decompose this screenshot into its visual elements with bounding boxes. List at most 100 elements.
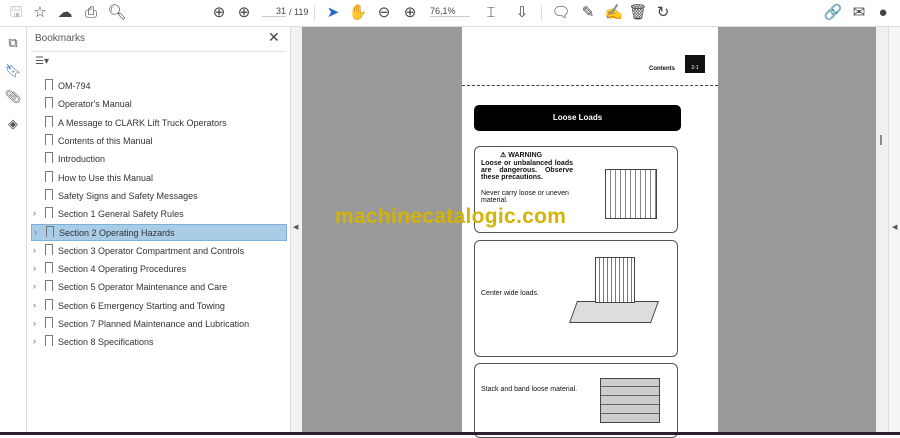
expand-chevron-icon[interactable]: › xyxy=(33,281,36,291)
divider xyxy=(462,85,718,86)
close-icon[interactable]: ✕ xyxy=(268,29,280,46)
expand-chevron-icon[interactable]: › xyxy=(33,245,36,255)
bookmark-icon xyxy=(46,226,54,238)
bookmark-star-icon[interactable]: ☆ xyxy=(29,3,51,23)
bookmark-item[interactable]: › Section 7 Planned Maintenance and Lubri… xyxy=(31,316,287,333)
highlight-pen-icon[interactable]: ✎ xyxy=(577,3,599,23)
bookmark-label: Section 3 Operator Compartment and Contr… xyxy=(58,245,245,256)
bookmark-label: Section 5 Operator Maintenance and Care xyxy=(58,282,228,293)
loose-load-illustration xyxy=(605,169,657,219)
warning-label: WARNING xyxy=(508,152,543,159)
bookmark-icon xyxy=(45,262,53,273)
bookmark-item[interactable]: › Section 2 Operating Hazards xyxy=(31,224,287,242)
bookmark-label: Section 1 General Safety Rules xyxy=(58,209,184,220)
comment-icon[interactable]: 🗨 xyxy=(550,3,572,23)
sign-icon[interactable]: ✍ xyxy=(603,3,625,23)
bookmark-icon xyxy=(45,316,53,328)
divider xyxy=(541,5,542,21)
document-viewer: Contents 2-1 Loose Loads ⚠ WARNING Loose… xyxy=(302,27,888,438)
expand-chevron-icon[interactable]: › xyxy=(33,263,36,273)
expand-chevron-icon[interactable]: › xyxy=(33,336,36,346)
attachments-icon[interactable]: 📎︎ xyxy=(4,89,22,107)
bookmark-item[interactable]: How to Use this Manual xyxy=(31,170,287,187)
save-icon[interactable]: 🖫 xyxy=(5,3,27,23)
instruction-box: Stack and band loose material. xyxy=(474,363,678,438)
bookmark-item[interactable]: OM-794 xyxy=(31,78,287,95)
vertical-scrollbar[interactable] xyxy=(876,27,888,432)
print-icon[interactable]: ⎙ xyxy=(80,3,102,23)
bookmark-icon xyxy=(45,188,53,200)
bookmark-label: Operator's Manual xyxy=(58,99,132,110)
bookmark-label: Section 4 Operating Procedures xyxy=(58,264,187,274)
bookmark-icon xyxy=(45,207,53,219)
right-pane-toggle[interactable]: ◀ xyxy=(888,27,900,432)
bookmark-icon xyxy=(45,133,53,145)
bookmark-item[interactable]: Introduction xyxy=(31,151,287,168)
hand-tool-icon[interactable]: ✋ xyxy=(347,3,369,23)
bookmark-item[interactable]: Contents of this Manual xyxy=(31,133,287,150)
bookmark-icon xyxy=(45,115,53,127)
bookmark-label: Section 6 Emergency Starting and Towing xyxy=(58,300,225,311)
bookmark-label: Safety Signs and Safety Messages xyxy=(58,190,198,201)
bookmark-item[interactable]: › Section 5 Operator Maintenance and Care xyxy=(31,279,287,296)
layers-icon[interactable]: ◈ xyxy=(4,116,22,134)
bookmark-item[interactable]: Safety Signs and Safety Messages xyxy=(31,188,287,205)
bookmark-item[interactable]: A Message to CLARK Lift Truck Operators xyxy=(31,115,287,132)
zoom-level-select[interactable]: 76,1% xyxy=(430,6,470,17)
expand-arrow-icon[interactable]: ◀ xyxy=(892,223,897,231)
collapse-arrow-icon[interactable]: ◀ xyxy=(293,223,298,231)
rotate-icon[interactable]: ↻ xyxy=(652,3,674,23)
expand-chevron-icon[interactable]: › xyxy=(33,300,36,310)
share-link-icon[interactable]: 🔗 xyxy=(822,3,844,23)
warning-title: ⚠ WARNING xyxy=(500,152,543,159)
delete-icon[interactable]: 🗑 xyxy=(627,3,649,23)
bookmark-label: How to Use this Manual xyxy=(58,172,154,183)
account-icon[interactable]: ● xyxy=(872,3,894,23)
scroll-mode-icon[interactable]: ⇩ xyxy=(511,3,533,23)
zoom-out-icon[interactable]: ⊖ xyxy=(373,3,395,23)
select-cursor-icon[interactable]: ➤ xyxy=(322,3,344,23)
next-page-icon[interactable]: ⊕ xyxy=(233,3,255,23)
expand-chevron-icon[interactable]: › xyxy=(33,318,36,328)
bookmarks-panel: Bookmarks ✕ ☰▾ OM-794 Operator's Manual A … xyxy=(27,27,290,432)
section-banner: Loose Loads xyxy=(474,105,681,131)
bookmark-icon xyxy=(45,97,53,109)
divider xyxy=(31,51,286,52)
bookmark-icon xyxy=(45,335,53,347)
bookmark-item[interactable]: › Section 8 Specifications xyxy=(31,334,287,351)
bookmark-icon xyxy=(45,152,53,164)
bookmark-item[interactable]: › Section 1 General Safety Rules xyxy=(31,206,287,223)
bookmark-label: Contents of this Manual xyxy=(58,135,153,146)
wide-load-illustration xyxy=(568,301,660,323)
bookmark-item[interactable]: › Section 4 Operating Procedures xyxy=(31,261,287,278)
bookmark-item[interactable]: Operator's Manual xyxy=(31,96,287,113)
email-icon[interactable]: ✉ xyxy=(848,3,870,23)
bookmark-item[interactable]: › Section 3 Operator Compartment and Cont… xyxy=(31,243,287,260)
bookmark-label: Introduction xyxy=(58,154,106,165)
instruction-text: Center wide loads. xyxy=(481,290,539,297)
previous-page-icon[interactable]: ⊕ xyxy=(208,3,230,23)
zoom-in-icon[interactable]: ⊕ xyxy=(399,3,421,23)
bookmark-item[interactable]: › Section 6 Emergency Starting and Towing xyxy=(31,298,287,315)
page-number-input[interactable]: 31 xyxy=(262,6,286,17)
upload-cloud-icon[interactable]: ☁ xyxy=(54,3,76,23)
bookmarks-icon[interactable]: 🔖︎ xyxy=(4,63,22,81)
scrollbar-thumb[interactable] xyxy=(880,135,882,145)
instruction-text: Stack and band loose material. xyxy=(481,386,578,393)
expand-chevron-icon[interactable]: › xyxy=(33,208,36,218)
forks-illustration xyxy=(595,257,635,303)
panel-splitter[interactable]: ◀ xyxy=(290,27,302,432)
fit-page-icon[interactable]: ⌶ xyxy=(480,3,502,23)
watermark: machinecatalogic.com xyxy=(335,205,567,228)
page-total: / 119 xyxy=(289,7,309,17)
bookmark-label: Section 8 Specifications xyxy=(58,337,154,348)
left-rail: ⧉ 🔖︎ 📎︎ ◈ xyxy=(0,27,27,432)
expand-chevron-icon[interactable]: › xyxy=(34,227,37,237)
bookmark-options-icon[interactable]: ☰▾ xyxy=(35,56,49,67)
warning-text: Loose or unbalanced loads are dangerous.… xyxy=(481,160,573,181)
search-icon[interactable]: 🔍︎ xyxy=(106,3,128,23)
bookmark-label: A Message to CLARK Lift Truck Operators xyxy=(58,117,227,128)
pages-thumbnail-icon[interactable]: ⧉ xyxy=(4,35,22,53)
bookmark-icon xyxy=(45,280,53,292)
bookmark-label: Section 7 Planned Maintenance and Lubric… xyxy=(58,318,250,329)
